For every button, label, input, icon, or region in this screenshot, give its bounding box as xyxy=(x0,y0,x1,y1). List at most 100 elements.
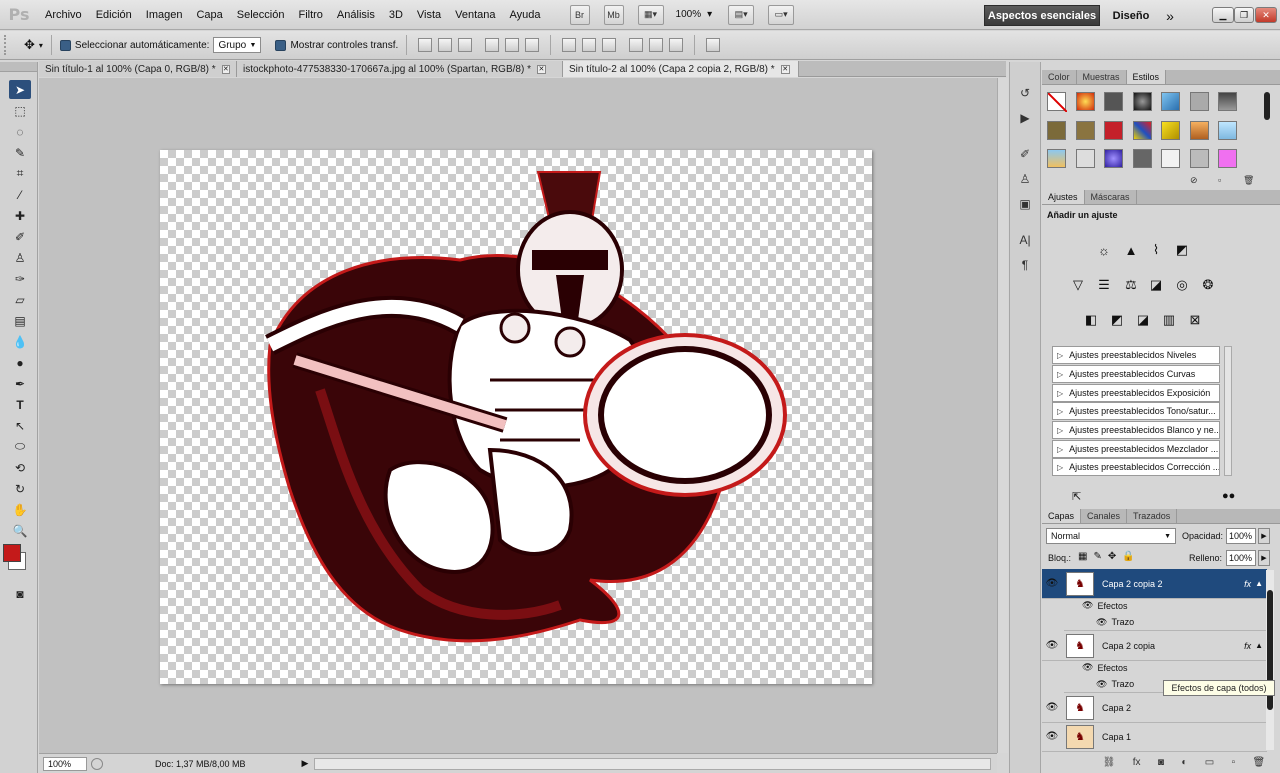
distribute-top-icon[interactable] xyxy=(562,38,577,52)
lock-icons[interactable]: ▦✎✥🔒 xyxy=(1078,551,1141,562)
path-selection-tool-icon[interactable]: ↖ xyxy=(9,416,31,435)
align-hcenter-icon[interactable] xyxy=(505,38,520,52)
delete-style-icon[interactable]: 🗑 xyxy=(1243,175,1254,186)
menu-imagen[interactable]: Imagen xyxy=(139,0,190,30)
eyedropper-tool-icon[interactable]: ⁄ xyxy=(9,185,31,204)
layer-row-capa-2-copia-2[interactable]: 👁 ♞ Capa 2 copia 2 fx ▲ xyxy=(1042,569,1267,599)
layer-row-capa-2-copia[interactable]: 👁 ♞ Capa 2 copia fx ▲ xyxy=(1042,631,1267,661)
layer-row-capa-2[interactable]: 👁 ♞ Capa 2 xyxy=(1042,693,1267,723)
tab-adjustments[interactable]: Ajustes xyxy=(1042,190,1085,204)
style-swatch[interactable] xyxy=(1076,121,1095,140)
blend-mode-dropdown[interactable]: Normal ▼ xyxy=(1046,528,1176,544)
history-brush-tool-icon[interactable]: ✑ xyxy=(9,269,31,288)
zoom-tool-icon[interactable]: 🔍 xyxy=(9,521,31,540)
presets-scrollbar[interactable] xyxy=(1224,346,1232,476)
tab-document-2[interactable]: istockphoto-477538330-170667a.jpg al 100… xyxy=(237,61,563,77)
styles-scrollbar-thumb[interactable] xyxy=(1264,92,1270,120)
clone-source-icon[interactable]: ♙ xyxy=(1015,170,1035,188)
clone-stamp-tool-icon[interactable]: ♙ xyxy=(9,248,31,267)
shape-tool-icon[interactable]: ⬭ xyxy=(9,437,31,456)
workspace-essentials-button[interactable]: Aspectos esenciales xyxy=(984,5,1100,26)
style-swatch[interactable] xyxy=(1133,121,1152,140)
hue-saturation-icon[interactable]: ☰ xyxy=(1094,275,1114,295)
close-tab-icon[interactable]: ✕ xyxy=(536,64,546,74)
new-layer-icon[interactable]: ▫ xyxy=(1232,757,1236,768)
align-right-icon[interactable] xyxy=(525,38,540,52)
opacity-slider-button[interactable]: ▶ xyxy=(1258,528,1270,544)
horizontal-scrollbar[interactable] xyxy=(314,757,991,770)
distribute-right-icon[interactable] xyxy=(669,38,684,52)
color-balance-icon[interactable]: ⚖ xyxy=(1121,275,1141,295)
menu-edicion[interactable]: Edición xyxy=(89,0,139,30)
style-swatch[interactable] xyxy=(1047,121,1066,140)
menu-archivo[interactable]: Archivo xyxy=(38,0,89,30)
zoom-field[interactable]: 100% xyxy=(43,756,87,771)
restore-button[interactable]: ❐ xyxy=(1234,7,1254,23)
distribute-left-icon[interactable] xyxy=(629,38,644,52)
status-menu-arrow-icon[interactable]: ▶ xyxy=(302,758,309,769)
menu-analisis[interactable]: Análisis xyxy=(330,0,382,30)
dodge-tool-icon[interactable]: ● xyxy=(9,353,31,372)
screen-mode-button[interactable]: ▭▾ xyxy=(768,4,795,25)
type-tool-icon[interactable]: T xyxy=(9,395,31,414)
visibility-eye-icon[interactable]: 👁 xyxy=(1042,578,1062,589)
levels-icon[interactable]: ▲ xyxy=(1121,240,1141,260)
adjustment-clip-icon[interactable]: ●● xyxy=(1222,490,1235,502)
menu-ayuda[interactable]: Ayuda xyxy=(503,0,548,30)
pen-tool-icon[interactable]: ✒ xyxy=(9,374,31,393)
tab-color[interactable]: Color xyxy=(1042,70,1077,84)
style-swatch[interactable] xyxy=(1190,92,1209,111)
channel-mixer-icon[interactable]: ❂ xyxy=(1198,275,1218,295)
toolbox-grip[interactable] xyxy=(0,62,37,72)
fx-icon[interactable]: fx xyxy=(1244,641,1251,651)
tab-layers[interactable]: Capas xyxy=(1042,509,1082,523)
preset-channel-mixer[interactable]: ▷ Ajustes preestablecidos Mezclador ... xyxy=(1052,440,1220,458)
fill-field[interactable]: 100% xyxy=(1226,550,1256,566)
minibridge-button[interactable]: Mb xyxy=(603,4,624,25)
layer-row-capa-1[interactable]: 👁 ♞ Capa 1 xyxy=(1042,722,1267,752)
distribute-vcenter-icon[interactable] xyxy=(582,38,597,52)
3d-rotate-tool-icon[interactable]: ⟲ xyxy=(9,458,31,477)
quick-selection-tool-icon[interactable]: ✎ xyxy=(9,143,31,162)
close-tab-icon[interactable]: ✕ xyxy=(221,64,230,74)
close-tab-icon[interactable]: ✕ xyxy=(780,64,790,74)
eraser-tool-icon[interactable]: ▱ xyxy=(9,290,31,309)
style-swatch[interactable] xyxy=(1218,149,1237,168)
eye-icon[interactable]: 👁 xyxy=(1082,600,1093,611)
eye-icon[interactable]: 👁 xyxy=(1096,617,1107,628)
visibility-eye-icon[interactable]: 👁 xyxy=(1042,640,1062,651)
vibrance-icon[interactable]: ▽ xyxy=(1068,275,1088,295)
return-to-adjustments-icon[interactable]: ⇱ xyxy=(1072,490,1081,503)
curves-icon[interactable]: ⌇ xyxy=(1146,240,1166,260)
menu-ventana[interactable]: Ventana xyxy=(448,0,502,30)
style-swatch-none[interactable] xyxy=(1047,92,1068,113)
align-bottom-icon[interactable] xyxy=(458,38,473,52)
align-left-icon[interactable] xyxy=(485,38,500,52)
menu-filtro[interactable]: Filtro xyxy=(291,0,329,30)
auto-align-layers-icon[interactable] xyxy=(706,38,721,52)
threshold-icon[interactable]: ◪ xyxy=(1133,310,1153,330)
auto-select-checkbox[interactable] xyxy=(59,39,71,51)
style-swatch[interactable] xyxy=(1104,121,1123,140)
black-white-icon[interactable]: ◪ xyxy=(1146,275,1166,295)
style-swatch[interactable] xyxy=(1133,92,1152,111)
tab-document-1[interactable]: Sin título-1 al 100% (Capa 0, RGB/8) * ✕ xyxy=(39,61,237,77)
paragraph-panel-icon[interactable]: ¶ xyxy=(1015,256,1035,274)
healing-brush-tool-icon[interactable]: ✚ xyxy=(9,206,31,225)
document-canvas[interactable] xyxy=(160,150,872,684)
fill-slider-button[interactable]: ▶ xyxy=(1258,550,1270,566)
view-extras-button[interactable]: ▦▾ xyxy=(637,4,664,25)
foreground-color-swatch[interactable] xyxy=(3,544,21,562)
menu-capa[interactable]: Capa xyxy=(189,0,229,30)
tab-channels[interactable]: Canales xyxy=(1081,509,1128,523)
workspace-more-button[interactable]: » xyxy=(1160,5,1180,26)
lasso-tool-icon[interactable]: ◌ xyxy=(9,122,31,141)
minimize-button[interactable]: ▁ xyxy=(1212,7,1234,23)
add-mask-icon[interactable]: ◙ xyxy=(1158,757,1164,768)
style-swatch[interactable] xyxy=(1190,121,1209,140)
eye-icon[interactable]: 👁 xyxy=(1082,662,1093,673)
preset-curves[interactable]: ▷ Ajustes preestablecidos Curvas xyxy=(1052,365,1220,383)
style-swatch[interactable] xyxy=(1190,149,1209,168)
menu-seleccion[interactable]: Selección xyxy=(230,0,292,30)
eye-icon[interactable]: 👁 xyxy=(1096,679,1107,690)
